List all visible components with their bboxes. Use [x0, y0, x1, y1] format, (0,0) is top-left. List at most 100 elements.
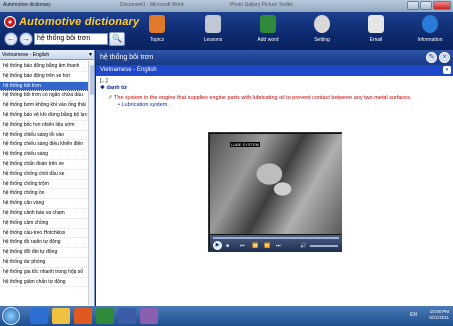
example: • Lubrication system .: [118, 102, 440, 108]
word-list-item[interactable]: hệ thống chẩn đoán trên xe: [0, 160, 89, 170]
folder-icon[interactable]: [52, 308, 70, 324]
word-list-item[interactable]: hệ thống đồ radio tự động: [0, 238, 89, 249]
word-list-item[interactable]: hệ thống chống ồn: [0, 189, 89, 200]
part-of-speech-text: danh từ: [106, 85, 127, 91]
word-list-item[interactable]: hệ thống bơm không khí vào ống thải: [0, 101, 89, 111]
word-list-item[interactable]: hệ thống báo vệ khi dừng bằng bộ lực: [0, 111, 89, 121]
word-list-item[interactable]: hệ thống cảnh báo va chạm: [0, 209, 89, 219]
window-controls: [407, 1, 451, 10]
toolbar-information[interactable]: Information: [410, 15, 450, 49]
app-logo: Automotive dictionary: [4, 14, 139, 30]
info-icon: [422, 15, 438, 33]
media-player-icon[interactable]: [74, 308, 92, 324]
language-select[interactable]: Vietnamese - English ▾: [0, 50, 94, 60]
next-icon[interactable]: ⏭: [276, 243, 281, 249]
part-of-speech: ❖ danh từ: [100, 85, 440, 92]
entry-content: [...] ❖ danh từ ✐ The system in the engi…: [100, 78, 440, 108]
definition-panel: hệ thống bôi trơn ✎ × Vietnamese - Engli…: [96, 50, 453, 306]
volume-icon[interactable]: 🔊: [300, 243, 306, 249]
chevron-down-icon: ▾: [443, 66, 451, 74]
word-list-item[interactable]: hệ thống bôi trơn: [0, 81, 89, 92]
word-list-item[interactable]: hệ thống báo động bằng âm thanh: [0, 62, 89, 72]
window-titlebar[interactable]: Automotive dictionary Document1 - Micros…: [0, 0, 453, 12]
notebook-icon: [260, 15, 276, 33]
back-button[interactable]: ←: [4, 32, 18, 46]
word-list-item[interactable]: hệ thống chiếu sáng điều khiển điện: [0, 140, 89, 151]
forward-button[interactable]: →: [19, 32, 33, 46]
gear-icon: [314, 15, 330, 33]
building-icon: [205, 15, 221, 33]
minimize-button[interactable]: [407, 1, 419, 10]
clock[interactable]: 10:08 PM 6/21/2011: [429, 309, 449, 321]
close-button[interactable]: [433, 1, 451, 10]
toolbar-add-word[interactable]: Add word: [248, 15, 288, 49]
toolbar-add-word-label: Add word: [257, 37, 279, 43]
word-icon[interactable]: [118, 308, 136, 324]
fast-forward-icon[interactable]: ⏩: [264, 243, 270, 249]
word-list-item[interactable]: hệ thống chống trộm: [0, 180, 89, 190]
edit-icon[interactable]: ✎: [426, 52, 437, 63]
video-label: LUBE SYSTEM: [230, 142, 261, 147]
video-controls: ▶ ■ ⏮ ⏪ ⏩ ⏭ 🔊: [210, 235, 342, 252]
stop-icon[interactable]: ■: [226, 243, 229, 249]
logo-text: Automotive dictionary: [19, 16, 140, 28]
toolbar-setting[interactable]: Setting: [302, 15, 342, 49]
entry-language: Vietnamese - English: [100, 67, 157, 73]
word-list-item[interactable]: hệ thống chiếu sáng lối vào: [0, 131, 89, 141]
video-frame[interactable]: LUBE SYSTEM: [210, 134, 342, 234]
word-list-item[interactable]: hệ thống bôi trơn có ngăn chứa dầu: [0, 91, 89, 102]
word-list-item[interactable]: hệ thống giảm chấn tự động: [0, 278, 89, 288]
word-list-item[interactable]: hệ thống bốc hơi nhiên liệu sớm: [0, 121, 89, 131]
toolbar-email[interactable]: Email: [356, 15, 396, 49]
book-icon: [149, 15, 165, 33]
search-button[interactable]: 🔍: [109, 32, 125, 46]
toolbar-setting-label: Setting: [314, 37, 330, 43]
word-list-item[interactable]: hệ thống chiếu sáng: [0, 150, 89, 160]
previous-icon[interactable]: ⏮: [240, 243, 245, 249]
volume-slider[interactable]: [310, 245, 338, 247]
definition-text: The system in the engine that supplies e…: [114, 95, 412, 101]
entry-titlebar: hệ thống bôi trơn ✎ ×: [96, 50, 453, 65]
language-select-value: Vietnamese - English: [2, 52, 50, 58]
toolbar-lessons-label: Lessons: [203, 37, 223, 43]
definition: ✐ The system in the engine that supplies…: [108, 95, 440, 101]
word-list-item[interactable]: hệ thống chống chói đầu xe: [0, 170, 89, 180]
video-progress-bar[interactable]: [213, 237, 339, 239]
ie-icon[interactable]: [30, 308, 48, 324]
start-button[interactable]: [2, 307, 20, 325]
word-list-item[interactable]: hệ thống cân vàng: [0, 199, 89, 209]
word-list-item[interactable]: hệ thống gia tốc nhanh trong hộp số: [0, 268, 89, 278]
word-list: hệ thống báo động bằng âm thanh hệ thống …: [0, 62, 89, 288]
maximize-button[interactable]: [420, 1, 432, 10]
word-list-item[interactable]: hệ thống dư phòng: [0, 258, 89, 268]
video-player[interactable]: LUBE SYSTEM ▶ ■ ⏮ ⏪ ⏩ ⏭ 🔊: [208, 132, 342, 252]
app-header: Automotive dictionary ← → hệ thống bôi t…: [0, 12, 453, 50]
toolbar-email-label: Email: [369, 37, 383, 43]
word-list-item[interactable]: hệ thống cảm chồng: [0, 219, 89, 229]
gallery-icon[interactable]: [140, 308, 158, 324]
play-icon: ▶: [215, 242, 220, 248]
toolbar-lessons[interactable]: Lessons: [193, 15, 233, 49]
chevron-down-icon: ▾: [88, 52, 92, 58]
toolbar-topics[interactable]: Topics: [137, 15, 177, 49]
word-list-item[interactable]: hệ thống báo động trên xe hơi: [0, 72, 89, 82]
close-entry-icon[interactable]: ×: [439, 52, 450, 63]
search-input[interactable]: hệ thống bôi trơn: [34, 33, 108, 45]
scrollbar-thumb[interactable]: [90, 65, 94, 95]
play-button[interactable]: ▶: [213, 241, 222, 250]
logo-badge-icon: [4, 16, 16, 28]
word-list-scrollbar[interactable]: [88, 61, 94, 305]
rewind-icon[interactable]: ⏪: [252, 243, 258, 249]
word-list-item[interactable]: hệ thống đổi đèi tự động: [0, 248, 89, 258]
window-title: Automotive dictionary: [3, 2, 51, 8]
toolbar-information-label: Information: [417, 37, 443, 43]
language-indicator[interactable]: EN: [410, 312, 417, 318]
pronunciation: [...]: [100, 78, 108, 84]
os-taskbar: EN 10:08 PM 6/21/2011: [0, 306, 453, 326]
clock-date: 6/21/2011: [429, 315, 449, 320]
entry-language-bar[interactable]: Vietnamese - English ▾: [96, 65, 453, 76]
search-icon: 🔍: [112, 34, 122, 43]
taskbar-title-gallery: Photo Gallery Picture Toolkit: [230, 2, 293, 8]
app-icon[interactable]: [96, 308, 114, 324]
word-list-item[interactable]: hệ thống cầu-treo Hotchkiss: [0, 229, 89, 239]
